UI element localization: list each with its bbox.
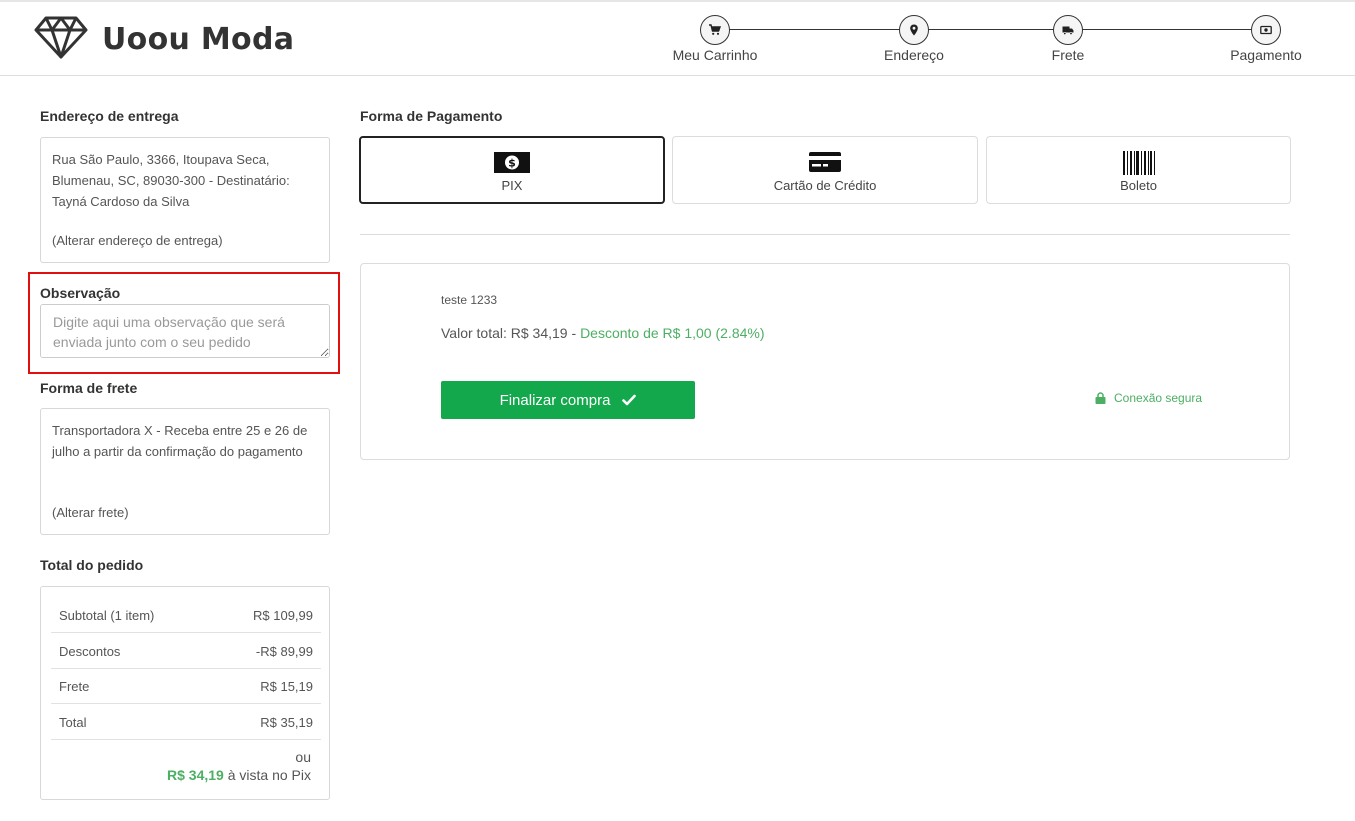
step-payment[interactable]: Pagamento bbox=[1196, 15, 1336, 63]
address-title: Endereço de entrega bbox=[40, 108, 179, 124]
payment-option-boleto[interactable]: Boleto bbox=[986, 136, 1291, 204]
observation-title: Observação bbox=[40, 285, 121, 301]
payment-description: teste 1233 bbox=[441, 293, 498, 307]
address-text: Rua São Paulo, 3366, Itoupava Seca, Blum… bbox=[52, 152, 290, 209]
cart-icon bbox=[709, 24, 721, 35]
truck-icon bbox=[1062, 26, 1074, 36]
pix-price: R$ 34,19 bbox=[167, 767, 224, 783]
shipping-title: Forma de frete bbox=[40, 380, 138, 396]
shipping-cost-value: R$ 15,19 bbox=[260, 678, 313, 694]
discounts-label: Descontos bbox=[59, 643, 121, 659]
address-box: Rua São Paulo, 3366, Itoupava Seca, Blum… bbox=[40, 137, 330, 263]
total-separator: - bbox=[567, 325, 581, 341]
total-amount: Valor total: R$ 34,19 bbox=[441, 325, 568, 341]
table-row: Descontos -R$ 89,99 bbox=[51, 634, 321, 669]
step-label: Frete bbox=[1051, 47, 1085, 63]
table-row: Frete R$ 15,19 bbox=[51, 669, 321, 704]
step-cart[interactable]: Meu Carrinho bbox=[645, 15, 785, 63]
table-row: Subtotal (1 item) R$ 109,99 bbox=[51, 598, 321, 633]
money-icon bbox=[1260, 25, 1272, 35]
subtotal-label: Subtotal (1 item) bbox=[59, 607, 155, 623]
table-row: Total R$ 35,19 bbox=[51, 705, 321, 740]
payment-option-label: Cartão de Crédito bbox=[773, 178, 877, 193]
step-label: Endereço bbox=[884, 47, 944, 63]
step-label: Meu Carrinho bbox=[672, 47, 758, 63]
svg-text:$: $ bbox=[508, 157, 516, 170]
total-value: R$ 35,19 bbox=[260, 714, 313, 730]
step-label: Pagamento bbox=[1230, 47, 1302, 63]
payment-option-label: PIX bbox=[501, 178, 523, 193]
secure-text: Conexão segura bbox=[1114, 391, 1203, 405]
map-pin-icon bbox=[910, 24, 918, 36]
finish-purchase-button[interactable]: Finalizar compra bbox=[441, 381, 695, 419]
payment-panel: teste 1233 Valor total: R$ 34,19 - Desco… bbox=[360, 263, 1290, 460]
shipping-box: Transportadora X - Receba entre 25 e 26 … bbox=[40, 408, 330, 535]
step-address[interactable]: Endereço bbox=[844, 15, 984, 63]
divider bbox=[360, 234, 1290, 235]
payment-option-pix[interactable]: $ PIX bbox=[359, 136, 665, 204]
credit-card-icon bbox=[809, 151, 841, 178]
money-bill-icon: $ bbox=[494, 152, 530, 178]
payment-title: Forma de Pagamento bbox=[360, 108, 503, 124]
discount-text: Desconto de R$ 1,00 (2.84%) bbox=[580, 325, 765, 341]
logo[interactable]: Uoou Moda bbox=[34, 16, 294, 62]
change-address-link[interactable]: (Alterar endereço de entrega) bbox=[52, 233, 223, 248]
finish-purchase-label: Finalizar compra bbox=[499, 391, 611, 409]
subtotal-value: R$ 109,99 bbox=[253, 607, 313, 623]
order-total-title: Total do pedido bbox=[40, 557, 144, 573]
barcode-icon bbox=[1122, 151, 1155, 180]
lock-icon bbox=[1095, 392, 1106, 404]
steps-progress-line bbox=[715, 29, 1265, 30]
total-label: Total bbox=[59, 714, 87, 730]
discounts-value: -R$ 89,99 bbox=[255, 643, 313, 659]
total-line: Valor total: R$ 34,19 - Desconto de R$ 1… bbox=[441, 325, 765, 341]
brand-name: Uoou Moda bbox=[102, 21, 295, 57]
observation-textarea[interactable] bbox=[40, 304, 330, 358]
or-text: ou bbox=[295, 749, 311, 765]
payment-option-label: Boleto bbox=[1120, 178, 1157, 193]
change-shipping-link[interactable]: (Alterar frete) bbox=[52, 505, 129, 520]
order-total-box: Subtotal (1 item) R$ 109,99 Descontos -R… bbox=[40, 586, 330, 800]
header: Uoou Moda Meu Carrinho Endereço Frete Pa… bbox=[0, 2, 1355, 76]
pix-suffix: à vista no Pix bbox=[223, 767, 311, 783]
shipping-text: Transportadora X - Receba entre 25 e 26 … bbox=[52, 423, 308, 459]
check-icon bbox=[622, 394, 637, 406]
pix-price-line: R$ 34,19 à vista no Pix bbox=[167, 767, 311, 783]
shipping-cost-label: Frete bbox=[59, 678, 90, 694]
secure-connection: Conexão segura bbox=[1095, 391, 1202, 405]
step-shipping[interactable]: Frete bbox=[998, 15, 1138, 63]
payment-option-credit-card[interactable]: Cartão de Crédito bbox=[672, 136, 978, 204]
diamond-icon bbox=[34, 15, 88, 64]
